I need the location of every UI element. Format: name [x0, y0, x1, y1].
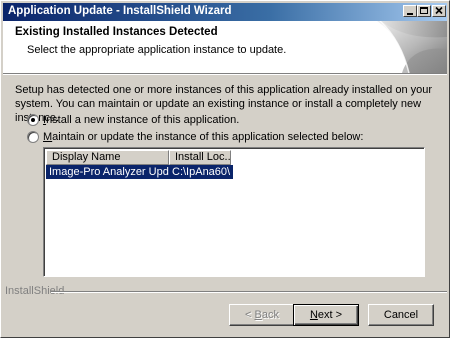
back-button[interactable]: < Back	[229, 304, 295, 326]
banner-graphic	[377, 21, 447, 73]
window-title: Application Update - InstallShield Wizar…	[8, 5, 232, 17]
wizard-header: Existing Installed Instances Detected Se…	[3, 21, 447, 73]
radio-checked-dot	[31, 118, 35, 122]
title-bar[interactable]: Application Update - InstallShield Wizar…	[3, 3, 447, 21]
option-install-new-label: Install a new instance of this applicati…	[43, 114, 240, 126]
next-button[interactable]: Next >	[293, 304, 359, 326]
column-header-install-location[interactable]: Install Loc...	[169, 150, 231, 165]
row-install-location: C:\IpAna60\	[169, 165, 233, 179]
instances-list[interactable]: Display Name Install Loc... Image-Pro An…	[43, 147, 425, 277]
close-icon	[435, 6, 443, 15]
maximize-icon	[420, 7, 428, 14]
page-subtitle: Select the appropriate application insta…	[27, 44, 287, 56]
radio-maintain-update[interactable]	[27, 131, 39, 143]
page-title: Existing Installed Instances Detected	[15, 26, 218, 38]
cancel-button[interactable]: Cancel	[368, 304, 434, 326]
column-header-display-name[interactable]: Display Name	[46, 150, 169, 165]
row-display-name: Image-Pro Analyzer Update	[46, 165, 169, 179]
minimize-button[interactable]	[403, 5, 417, 17]
radio-install-new[interactable]	[27, 114, 39, 126]
header-divider	[3, 73, 447, 75]
minimize-icon	[407, 13, 413, 15]
installshield-wizard-window: Application Update - InstallShield Wizar…	[0, 0, 450, 338]
close-button[interactable]	[432, 5, 446, 17]
option-maintain-update-label: Maintain or update the instance of this …	[43, 131, 364, 143]
footer-divider	[51, 291, 447, 293]
maximize-button[interactable]	[417, 5, 431, 17]
